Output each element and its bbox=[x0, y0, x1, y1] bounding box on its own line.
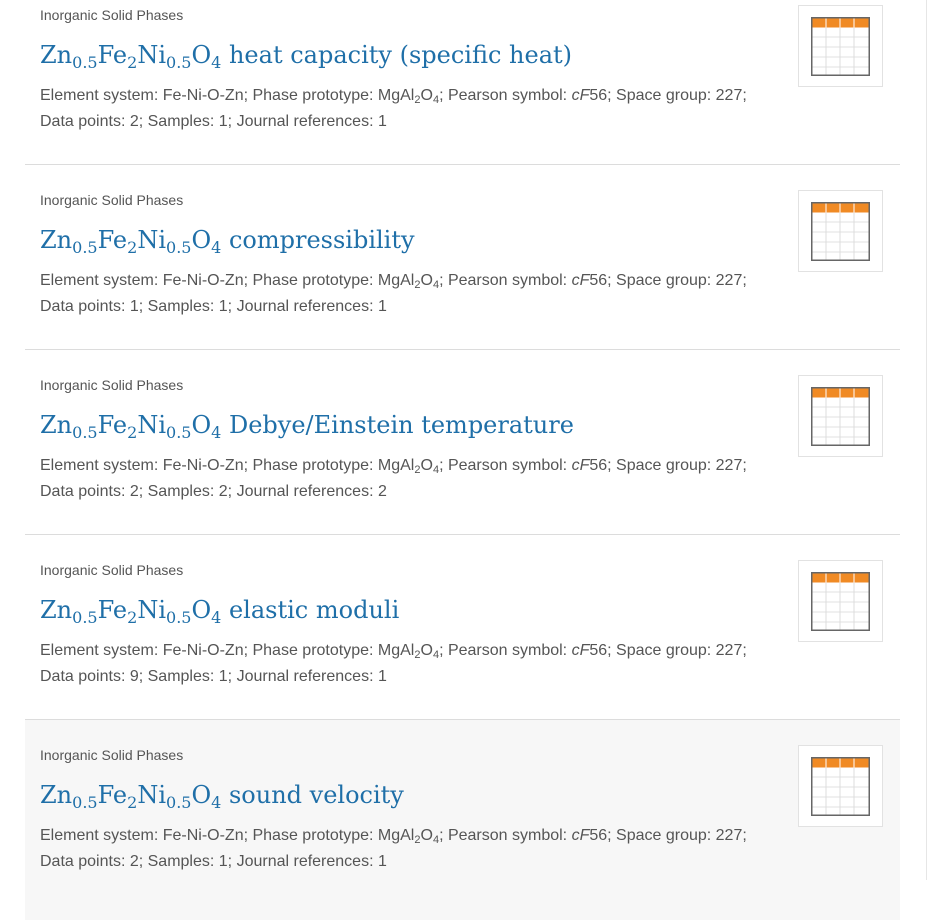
result-item: Inorganic Solid Phases Zn0.5Fe2Ni0.5O4 D… bbox=[25, 350, 900, 535]
result-metadata: Element system: Fe-Ni-O-Zn; Phase protot… bbox=[40, 87, 747, 130]
table-thumbnail-button[interactable] bbox=[798, 560, 883, 642]
table-icon bbox=[811, 757, 870, 816]
result-title-link[interactable]: Zn0.5Fe2Ni0.5O4 Debye/Einstein temperatu… bbox=[40, 408, 574, 442]
result-category: Inorganic Solid Phases bbox=[40, 747, 184, 763]
table-thumbnail-button[interactable] bbox=[798, 5, 883, 87]
result-title-link[interactable]: Zn0.5Fe2Ni0.5O4 sound velocity bbox=[40, 778, 404, 812]
table-icon bbox=[811, 572, 870, 631]
result-metadata: Element system: Fe-Ni-O-Zn; Phase protot… bbox=[40, 457, 747, 500]
table-thumbnail-button[interactable] bbox=[798, 375, 883, 457]
table-thumbnail-button[interactable] bbox=[798, 190, 883, 272]
results-list: Inorganic Solid Phases Zn0.5Fe2Ni0.5O4 h… bbox=[25, 0, 900, 920]
result-item: Inorganic Solid Phases Zn0.5Fe2Ni0.5O4 e… bbox=[25, 535, 900, 720]
result-metadata: Element system: Fe-Ni-O-Zn; Phase protot… bbox=[40, 827, 747, 870]
result-metadata: Element system: Fe-Ni-O-Zn; Phase protot… bbox=[40, 272, 747, 315]
result-category: Inorganic Solid Phases bbox=[40, 192, 184, 208]
result-title-link[interactable]: Zn0.5Fe2Ni0.5O4 heat capacity (specific … bbox=[40, 38, 572, 72]
result-category: Inorganic Solid Phases bbox=[40, 7, 184, 23]
table-thumbnail-button[interactable] bbox=[798, 745, 883, 827]
result-title-link[interactable]: Zn0.5Fe2Ni0.5O4 compressibility bbox=[40, 223, 415, 257]
result-item: Inorganic Solid Phases Zn0.5Fe2Ni0.5O4 s… bbox=[25, 720, 900, 920]
table-icon bbox=[811, 387, 870, 446]
page-edge-divider bbox=[926, 0, 927, 880]
table-icon bbox=[811, 17, 870, 76]
table-icon bbox=[811, 202, 870, 261]
result-title-link[interactable]: Zn0.5Fe2Ni0.5O4 elastic moduli bbox=[40, 593, 399, 627]
result-category: Inorganic Solid Phases bbox=[40, 377, 184, 393]
result-item: Inorganic Solid Phases Zn0.5Fe2Ni0.5O4 h… bbox=[25, 0, 900, 165]
result-category: Inorganic Solid Phases bbox=[40, 562, 184, 578]
result-item: Inorganic Solid Phases Zn0.5Fe2Ni0.5O4 c… bbox=[25, 165, 900, 350]
result-metadata: Element system: Fe-Ni-O-Zn; Phase protot… bbox=[40, 642, 747, 685]
